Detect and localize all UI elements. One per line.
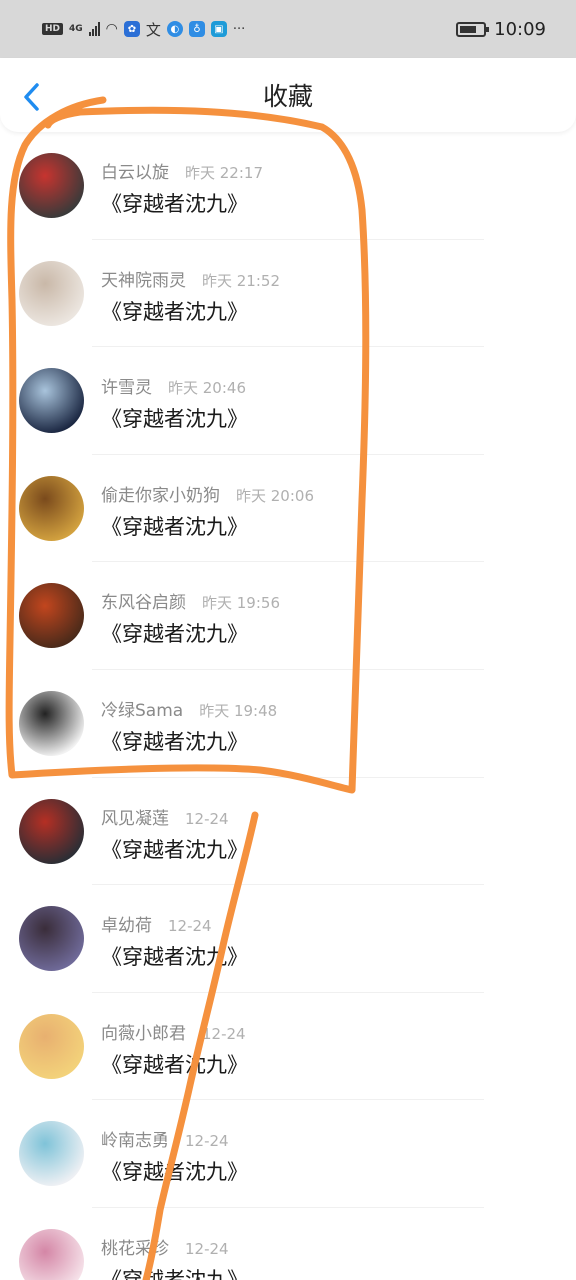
item-meta: 岭南志勇 12-24 [101,1126,229,1151]
clock: 10:09 [494,18,546,40]
avatar[interactable] [19,690,84,756]
item-meta: 偷走你家小奶狗 昨天 20:06 [101,481,314,506]
list-item[interactable]: 冷绿Sama 昨天 19:48 《穿越者沈九》 [0,670,576,778]
avatar[interactable] [19,798,84,864]
hd-badge: HD [42,23,64,35]
book-app-icon: ▣ [210,21,227,37]
more-status-icon: ··· [232,21,246,37]
favorite-title[interactable]: 《穿越者沈九》 [101,726,248,756]
list-item[interactable]: 卓幼荷 12-24 《穿越者沈九》 [0,885,576,993]
favorite-title[interactable]: 《穿越者沈九》 [101,1264,248,1280]
signal-icon [88,22,100,36]
user-name[interactable]: 许雪灵 [101,373,152,398]
list-item[interactable]: 向薇小郎君 12-24 《穿越者沈九》 [0,993,576,1101]
item-meta: 许雪灵 昨天 20:46 [101,373,246,398]
favorite-title[interactable]: 《穿越者沈九》 [101,188,248,218]
favorite-title[interactable]: 《穿越者沈九》 [101,403,248,433]
timestamp: 昨天 20:06 [236,486,314,505]
item-meta: 天神院雨灵 昨天 21:52 [101,266,280,291]
favorite-title[interactable]: 《穿越者沈九》 [101,941,248,971]
user-name[interactable]: 风见凝莲 [101,804,169,829]
timestamp: 昨天 22:17 [185,164,263,182]
favorite-title[interactable]: 《穿越者沈九》 [101,1156,248,1186]
user-name[interactable]: 桃花采珍 [101,1234,169,1259]
list-item[interactable]: 桃花采珍 12-24 《穿越者沈九》 [0,1208,576,1280]
favorite-title[interactable]: 《穿越者沈九》 [101,511,248,541]
user-name[interactable]: 岭南志勇 [101,1126,169,1151]
item-meta: 桃花采珍 12-24 [101,1234,229,1259]
list-item[interactable]: 东风谷启颜 昨天 19:56 《穿越者沈九》 [0,562,576,670]
favorite-title[interactable]: 《穿越者沈九》 [101,618,248,648]
avatar[interactable] [19,906,84,972]
user-name[interactable]: 偷走你家小奶狗 [101,481,220,506]
paw-app-icon: ✿ [123,21,140,37]
favorite-title[interactable]: 《穿越者沈九》 [101,834,248,864]
user-name[interactable]: 卓幼荷 [101,911,152,936]
item-meta: 卓幼荷 12-24 [101,911,212,936]
item-meta: 冷绿Sama 昨天 19:48 [101,696,277,721]
item-meta: 风见凝莲 12-24 [101,804,229,829]
timestamp: 12-24 [202,1024,246,1043]
list-item[interactable]: 许雪灵 昨天 20:46 《穿越者沈九》 [0,347,576,455]
avatar[interactable] [19,153,84,218]
avatar[interactable] [19,260,84,326]
wifi-icon: ◠ [105,21,118,37]
list-item[interactable]: 岭南志勇 12-24 《穿越者沈九》 [0,1100,576,1208]
user-name[interactable]: 东风谷启颜 [101,588,186,613]
timestamp: 昨天 20:46 [168,379,246,398]
favorite-title[interactable]: 《穿越者沈九》 [101,1049,248,1079]
network-type: 4G [69,24,83,34]
back-button[interactable] [18,82,44,112]
avatar[interactable] [19,583,84,649]
list-item[interactable]: 白云以旋 昨天 22:17 《穿越者沈九》 [0,132,576,240]
avatar[interactable] [19,1228,84,1280]
timestamp: 昨天 21:52 [202,271,280,290]
list-item[interactable]: 天神院雨灵 昨天 21:52 《穿越者沈九》 [0,240,576,348]
avatar[interactable] [19,475,84,541]
favorite-title[interactable]: 《穿越者沈九》 [101,296,248,326]
item-meta: 向薇小郎君 12-24 [101,1019,246,1044]
status-bar: HD 4G ◠ ✿ 文 ◐ ♁ ▣ ··· 10:09 [0,0,576,58]
list-item[interactable]: 偷走你家小奶狗 昨天 20:06 《穿越者沈九》 [0,455,576,563]
translate-app-icon: 文 [145,20,161,39]
item-meta: 白云以旋 昨天 22:17 [101,158,263,183]
timestamp: 12-24 [185,809,229,828]
status-icons-left: HD 4G ◠ ✿ 文 ◐ ♁ ▣ ··· [42,19,245,40]
browser-app-icon: ◐ [166,21,183,37]
status-icons-right: 10:09 [456,19,546,40]
avatar[interactable] [19,368,84,434]
timestamp: 12-24 [168,917,212,936]
page-title: 收藏 [262,82,313,111]
timestamp: 昨天 19:48 [199,701,278,720]
avatar[interactable] [19,1121,84,1187]
user-name[interactable]: 白云以旋 [101,158,169,183]
timestamp: 昨天 19:56 [202,594,280,613]
chevron-left-icon [24,83,39,111]
user-name[interactable]: 向薇小郎君 [101,1019,186,1044]
favorites-list: 白云以旋 昨天 22:17 《穿越者沈九》 天神院雨灵 昨天 21:52 《穿越者沈九》许… [0,132,576,1280]
timestamp: 12-24 [185,1132,229,1151]
list-item[interactable]: 风见凝莲 12-24 《穿越者沈九》 [0,778,576,886]
user-name[interactable]: 冷绿Sama [101,696,183,721]
item-meta: 东风谷启颜 昨天 19:56 [101,588,280,613]
battery-icon [456,21,490,37]
top-nav-bar: 收藏 [0,58,576,132]
user-name[interactable]: 天神院雨灵 [101,266,186,291]
avatar[interactable] [19,1013,84,1079]
timestamp: 12-24 [185,1239,229,1258]
bulb-app-icon: ♁ [188,21,205,37]
